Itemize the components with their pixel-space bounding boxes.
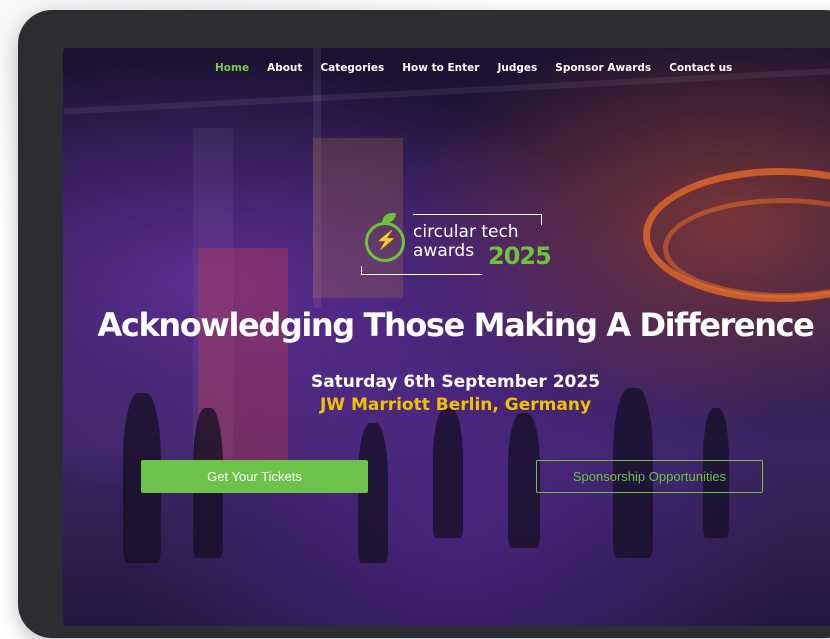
main-nav: Home About Categories How to Enter Judge… [215, 62, 750, 74]
get-tickets-button[interactable]: Get Your Tickets [141, 460, 368, 493]
nav-link-home[interactable]: Home [215, 62, 249, 74]
sponsorship-button[interactable]: Sponsorship Opportunities [536, 460, 763, 493]
logo-year: 2025 [488, 242, 552, 270]
logo-text-line2: awards [413, 241, 475, 261]
logo-text-line1: circular tech [413, 222, 519, 242]
lightning-bolt-icon: ⚡ [375, 230, 398, 250]
event-venue: JW Marriott Berlin, Germany [319, 395, 592, 415]
ceiling-beam [63, 67, 830, 115]
hero-screen: Home About Categories How to Enter Judge… [63, 48, 830, 626]
crowd-figure [433, 408, 463, 538]
nav-link-categories[interactable]: Categories [320, 62, 384, 74]
nav-link-about[interactable]: About [267, 62, 302, 74]
nav-link-sponsor-awards[interactable]: Sponsor Awards [555, 62, 651, 74]
logo-bracket-bottom [361, 266, 482, 275]
nav-link-judges[interactable]: Judges [497, 62, 537, 74]
event-date: Saturday 6th September 2025 [310, 372, 601, 392]
hero-headline: Acknowledging Those Making A Difference [97, 306, 815, 344]
event-logo: ⚡ circular tech awards 2025 [361, 208, 552, 282]
nav-link-how-to-enter[interactable]: How to Enter [402, 62, 479, 74]
tablet-frame: Home About Categories How to Enter Judge… [18, 10, 830, 638]
nav-link-contact-us[interactable]: Contact us [669, 62, 732, 74]
crowd-figure [358, 423, 388, 563]
